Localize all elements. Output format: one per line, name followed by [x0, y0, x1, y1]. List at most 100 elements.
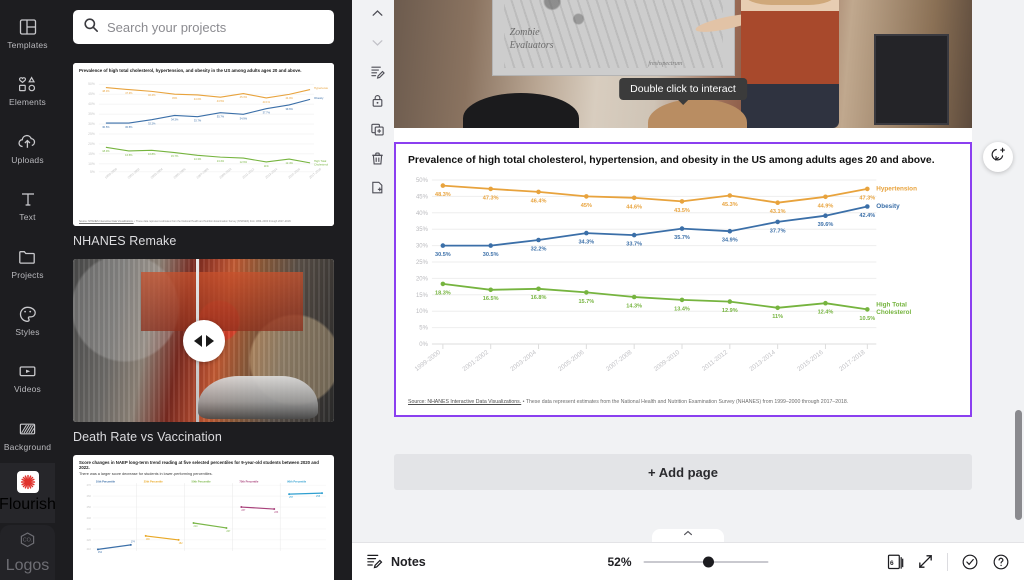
- thumbnail-source-link[interactable]: Source: NHANES Interactive Data Visualiz…: [79, 220, 134, 223]
- thumbnail-mini-chart: Prevalence of high total cholesterol, hy…: [73, 63, 334, 226]
- sidebar-label-flourish: Flourish: [0, 496, 56, 514]
- svg-text:Cholesterol: Cholesterol: [314, 162, 328, 166]
- add-comment-button[interactable]: [983, 142, 1013, 172]
- svg-text:90th Percentile: 90th Percentile: [287, 480, 307, 484]
- svg-text:18.3%: 18.3%: [102, 148, 110, 152]
- sidebar-item-background[interactable]: Background: [0, 406, 55, 463]
- svg-text:10th Percentile: 10th Percentile: [96, 480, 116, 484]
- project-card-death-rate-vs-vaccination[interactable]: Death Rate vs Vaccination: [73, 259, 334, 444]
- audience-head-right: [648, 99, 747, 128]
- thumbnail-title: Score changes in NAEP long-term trend re…: [79, 460, 319, 471]
- move-down-icon[interactable]: [367, 32, 387, 52]
- svg-text:2005-2006: 2005-2006: [173, 166, 187, 179]
- svg-text:40%: 40%: [88, 102, 95, 106]
- svg-text:32.2%: 32.2%: [148, 121, 156, 125]
- chart-svg: 50%45% 40%35% 30%25% 20%15% 10%5% 0% 48.…: [414, 178, 918, 373]
- add-comment-icon: [990, 146, 1007, 168]
- lock-icon[interactable]: [367, 90, 387, 110]
- zoom-controls: 52%: [607, 554, 769, 569]
- svg-text:11%: 11%: [772, 314, 783, 320]
- svg-text:37.7%: 37.7%: [770, 228, 786, 234]
- projects-panel: Prevalence of high total cholesterol, hy…: [55, 0, 352, 580]
- sidebar-item-logos[interactable]: CO. Logos: [0, 524, 55, 580]
- templates-icon: [17, 16, 39, 38]
- svg-text:2015-2016: 2015-2016: [796, 349, 825, 373]
- project-thumbnail[interactable]: Score changes in NAEP long-term trend re…: [73, 455, 334, 580]
- project-thumbnail[interactable]: Prevalence of high total cholesterol, hy…: [73, 63, 334, 226]
- sidebar-item-text[interactable]: Text: [0, 176, 55, 233]
- fullscreen-button[interactable]: [917, 553, 934, 570]
- canvas-vertical-scrollbar[interactable]: [1015, 410, 1022, 520]
- project-card-nhanes-remake[interactable]: Prevalence of high total cholesterol, hy…: [73, 63, 334, 248]
- svg-text:20%: 20%: [88, 141, 95, 145]
- slide-toolbar: [363, 3, 391, 197]
- svg-text:34.3%: 34.3%: [171, 117, 179, 121]
- carousel-next-icon[interactable]: [205, 334, 214, 347]
- sidebar-item-flourish[interactable]: Flourish: [0, 463, 56, 523]
- svg-text:30.5%: 30.5%: [125, 125, 133, 129]
- zoom-slider-knob[interactable]: [703, 556, 715, 567]
- svg-text:270: 270: [87, 483, 92, 487]
- svg-text:14.3%: 14.3%: [626, 303, 642, 309]
- sidebar-item-templates[interactable]: Templates: [0, 4, 55, 61]
- svg-text:16.8%: 16.8%: [531, 295, 547, 301]
- toolbar-divider: [947, 552, 948, 571]
- svg-text:13.4%: 13.4%: [217, 158, 225, 162]
- svg-text:258: 258: [316, 495, 321, 498]
- svg-text:50%: 50%: [88, 82, 95, 86]
- naep-chart-svg: 270260250 240230220 210 10th Percentile …: [87, 480, 327, 554]
- zoom-level-label: 52%: [607, 554, 632, 569]
- svg-text:12.9%: 12.9%: [240, 159, 248, 163]
- thumbnail-chart-svg: 50% 45% 40% 35% 30% 25% 20% 15% 10% 5% 48.3% 4…: [88, 82, 331, 179]
- svg-text:25%: 25%: [88, 132, 95, 136]
- svg-text:30%: 30%: [88, 122, 95, 126]
- svg-text:10%: 10%: [416, 309, 429, 315]
- edit-notes-icon[interactable]: [367, 61, 387, 81]
- project-title: NHANES Remake: [73, 234, 177, 248]
- logos-icon: CO.: [17, 530, 38, 554]
- video-block[interactable]: Zombie Evaluators freshspectrum US? Doub…: [394, 0, 972, 128]
- search-bar[interactable]: [73, 10, 334, 44]
- svg-text:34.9%: 34.9%: [240, 116, 248, 120]
- chart-source-link[interactable]: Source: NHANES Interactive Data Visualiz…: [408, 399, 521, 405]
- canvas[interactable]: Zombie Evaluators freshspectrum US? Doub…: [352, 0, 1024, 542]
- duplicate-icon[interactable]: [367, 119, 387, 139]
- project-thumbnail[interactable]: [73, 259, 334, 422]
- sidebar-label-styles: Styles: [15, 326, 40, 337]
- page-count-button[interactable]: 6: [887, 552, 904, 571]
- chart-block-selected[interactable]: Prevalence of high total cholesterol, hy…: [394, 142, 972, 417]
- carousel-prev-icon[interactable]: [193, 334, 202, 347]
- thumbnail-title: Prevalence of high total cholesterol, hy…: [79, 68, 302, 73]
- svg-text:214: 214: [194, 525, 199, 528]
- delete-icon[interactable]: [367, 148, 387, 168]
- svg-text:1999-2000: 1999-2000: [104, 166, 118, 179]
- sidebar-item-elements[interactable]: Elements: [0, 61, 55, 118]
- svg-text:34.3%: 34.3%: [578, 240, 594, 246]
- svg-text:16.8%: 16.8%: [148, 151, 156, 155]
- search-input[interactable]: [107, 19, 324, 35]
- move-up-icon[interactable]: [367, 3, 387, 23]
- approve-button[interactable]: [961, 553, 979, 571]
- project-card-naep[interactable]: Score changes in NAEP long-term trend re…: [73, 455, 334, 580]
- add-slide-icon[interactable]: [367, 177, 387, 197]
- sidebar-item-uploads[interactable]: Uploads: [0, 119, 55, 176]
- add-page-button[interactable]: + Add page: [394, 454, 972, 490]
- svg-text:2005-2006: 2005-2006: [557, 349, 586, 373]
- carousel-controls[interactable]: [182, 319, 225, 362]
- sidebar-item-videos[interactable]: Videos: [0, 348, 55, 405]
- svg-text:2013-2014: 2013-2014: [748, 349, 777, 373]
- zoom-slider[interactable]: [643, 555, 769, 569]
- svg-text:30.5%: 30.5%: [483, 252, 499, 258]
- uploads-icon: [17, 131, 39, 153]
- sidebar-item-projects[interactable]: Projects: [0, 234, 55, 291]
- sidebar-item-styles[interactable]: Styles: [0, 291, 55, 348]
- svg-text:33.7%: 33.7%: [626, 242, 642, 248]
- bottom-right-actions: 6: [887, 552, 1010, 571]
- svg-text:237: 237: [241, 509, 246, 512]
- notes-button[interactable]: Notes: [366, 552, 426, 572]
- notes-expand-notch[interactable]: [652, 529, 724, 542]
- sketch-signature: freshspectrum: [648, 60, 683, 67]
- svg-text:35.7%: 35.7%: [674, 235, 690, 241]
- svg-text:43.1%: 43.1%: [263, 100, 271, 104]
- help-button[interactable]: [992, 553, 1010, 571]
